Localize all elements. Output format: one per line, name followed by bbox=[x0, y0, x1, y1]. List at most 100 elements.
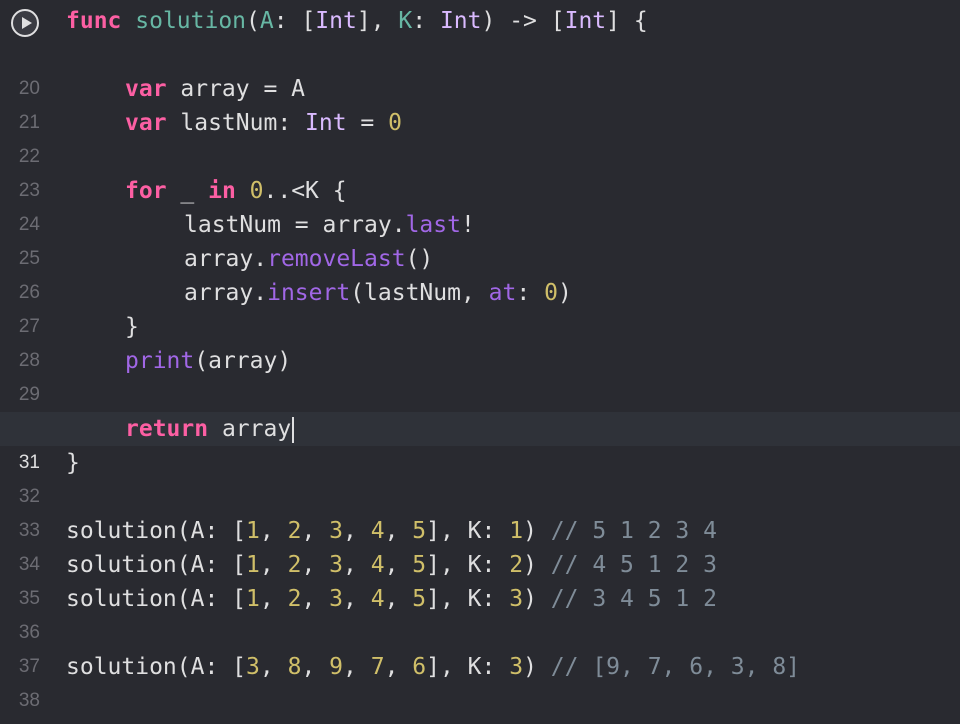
plain-token: , bbox=[384, 518, 413, 544]
argument-label-token: at bbox=[488, 280, 517, 306]
number-token: 2 bbox=[509, 552, 524, 578]
type-token: Int bbox=[564, 8, 607, 34]
number-token: 8 bbox=[287, 654, 302, 680]
plain-token: lastNum = array. bbox=[184, 212, 406, 238]
type-token: Int bbox=[305, 110, 347, 136]
comment-token: // [9, 7, 6, 3, 8] bbox=[550, 654, 801, 680]
plain-token: solution(A: [ bbox=[66, 654, 247, 680]
line-32-code: } bbox=[66, 446, 80, 480]
number-token: 0 bbox=[388, 110, 402, 136]
plain-token: = bbox=[346, 110, 389, 136]
code-line-20: 20 bbox=[0, 38, 960, 99]
comment-token: // 3 4 5 1 2 bbox=[550, 586, 717, 612]
code-line-37: 37 bbox=[0, 616, 960, 677]
plain-token: ) bbox=[557, 280, 572, 306]
punct-token: ) -> [ bbox=[481, 8, 565, 34]
plain-token: (array) bbox=[194, 348, 292, 374]
plain-token: , bbox=[343, 654, 371, 680]
line-21-code: var array = A bbox=[125, 72, 305, 106]
number-token: 5 bbox=[412, 518, 427, 544]
keyword-token: for bbox=[125, 178, 167, 204]
plain-token: ..<K { bbox=[263, 178, 347, 204]
number-token: 5 bbox=[412, 586, 427, 612]
line-29-code: print(array) bbox=[125, 344, 291, 378]
plain-token: ], K: bbox=[426, 654, 510, 680]
type-token: Int bbox=[439, 8, 482, 34]
line-19-code: func solution(A: [Int], K: Int) -> [Int]… bbox=[66, 4, 648, 38]
code-line-33: 33 bbox=[0, 480, 960, 541]
code-editor[interactable]: func solution(A: [Int], K: Int) -> [Int]… bbox=[0, 0, 960, 724]
code-line-26: 26 array.removeLast() bbox=[0, 242, 960, 303]
number-token: 3 bbox=[329, 586, 343, 612]
line-36-code: solution(A: [1, 2, 3, 4, 5], K: 3) // 3 … bbox=[66, 582, 717, 616]
comment-token: // 5 1 2 3 4 bbox=[550, 518, 717, 544]
number-token: 1 bbox=[246, 518, 260, 544]
number-token: 1 bbox=[509, 518, 524, 544]
plain-token: : bbox=[516, 280, 545, 306]
code-line-22: 22 var lastNum: Int = 0 bbox=[0, 106, 960, 167]
code-line-23: 23 bbox=[0, 140, 960, 201]
line-35-code: solution(A: [1, 2, 3, 4, 5], K: 2) // 4 … bbox=[66, 548, 717, 582]
line-31-code: return array bbox=[125, 412, 295, 446]
plain-token: , bbox=[259, 518, 288, 544]
punct-token: ( bbox=[246, 8, 260, 34]
plain-token: array bbox=[208, 416, 292, 442]
line-38-code: solution(A: [3, 8, 9, 7, 6], K: 3) // [9… bbox=[66, 650, 800, 684]
method-token: removeLast bbox=[267, 246, 406, 272]
line-28-code: } bbox=[125, 310, 139, 344]
keyword-token: var bbox=[125, 110, 167, 136]
number-token: 3 bbox=[329, 552, 343, 578]
code-line-31-current: 31 return array bbox=[0, 412, 960, 473]
code-line-38: 3 8 solution(A: [3, 8, 9, 7, 6], K: 3) //… bbox=[0, 650, 960, 711]
plain-token: , bbox=[384, 552, 413, 578]
plain-token: ], K: bbox=[426, 586, 510, 612]
plain-token: _ bbox=[166, 178, 209, 204]
function-call-token: print bbox=[125, 348, 195, 374]
param-label-token: A bbox=[259, 8, 274, 34]
keyword-token: var bbox=[125, 76, 167, 102]
code-line-29: 29 print(array) bbox=[0, 344, 960, 405]
code-line-35: 35 solution(A: [1, 2, 3, 4, 5], K: 2) //… bbox=[0, 548, 960, 609]
code-line-36: 36 solution(A: [1, 2, 3, 4, 5], K: 3) //… bbox=[0, 582, 960, 643]
number-token: 2 bbox=[287, 518, 302, 544]
type-token: Int bbox=[315, 8, 357, 34]
plain-token: ], K: bbox=[426, 518, 510, 544]
plain-token: , bbox=[384, 654, 413, 680]
number-token: 0 bbox=[544, 280, 558, 306]
number-token: 1 bbox=[246, 586, 260, 612]
number-token: 5 bbox=[412, 552, 427, 578]
number-token: 3 bbox=[509, 586, 524, 612]
punct-token: : bbox=[412, 8, 440, 34]
line-number: 39 bbox=[0, 718, 40, 724]
plain-token: ! bbox=[460, 212, 475, 238]
code-line-27: 27 array.insert(lastNum, at: 0) bbox=[0, 276, 960, 337]
number-token: 0 bbox=[249, 178, 264, 204]
comment-token: // 4 5 1 2 3 bbox=[550, 552, 717, 578]
plain-token: solution(A: [ bbox=[66, 552, 247, 578]
number-token: 4 bbox=[370, 518, 385, 544]
param-label-token: K bbox=[398, 8, 413, 34]
plain-token: () bbox=[405, 246, 434, 272]
number-token: 4 bbox=[370, 552, 385, 578]
code-line-30: 30 bbox=[0, 378, 960, 439]
plain-token: } bbox=[66, 450, 80, 476]
text-caret bbox=[292, 416, 295, 443]
plain-token: array. bbox=[184, 280, 268, 306]
number-token: 4 bbox=[370, 586, 385, 612]
line-25-code: lastNum = array.last! bbox=[184, 208, 475, 242]
plain-token: , bbox=[301, 518, 330, 544]
run-play-icon[interactable] bbox=[11, 9, 39, 37]
plain-token: , bbox=[343, 586, 371, 612]
plain-token: array = A bbox=[166, 76, 306, 102]
line-27-code: array.insert(lastNum, at: 0) bbox=[184, 276, 572, 310]
plain-token: array. bbox=[184, 246, 268, 272]
plain-token: ], K: bbox=[426, 552, 510, 578]
plain-token: , bbox=[259, 654, 288, 680]
number-token: 2 bbox=[287, 552, 302, 578]
plain-token: , bbox=[301, 552, 330, 578]
plain-token: ) bbox=[523, 586, 551, 612]
number-token: 9 bbox=[329, 654, 343, 680]
plain-token: solution(A: [ bbox=[66, 586, 247, 612]
plain-token: , bbox=[343, 552, 371, 578]
